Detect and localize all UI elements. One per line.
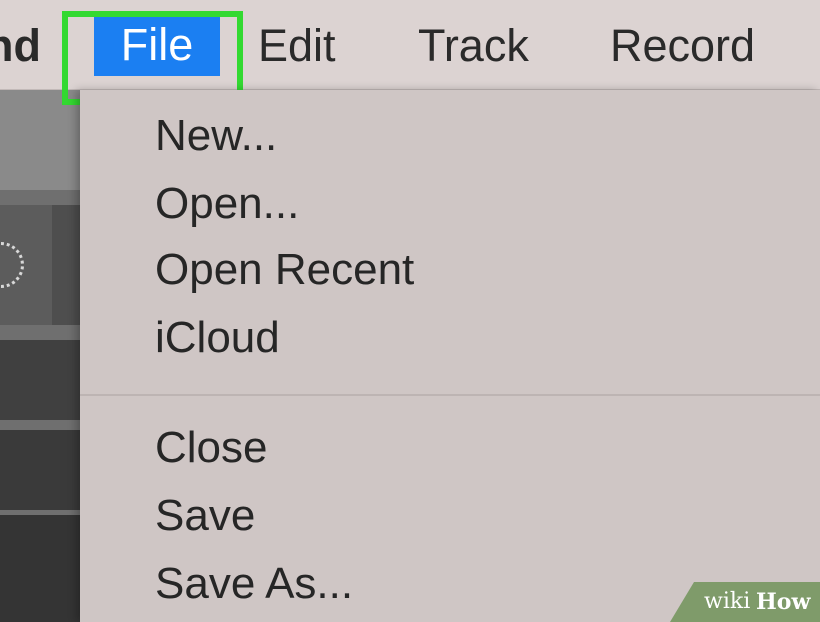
menu-item-open-recent[interactable]: Open Recent [155,242,414,298]
menu-app-name[interactable]: nd [0,18,41,74]
watermark-how: How [756,589,811,615]
menu-item-close[interactable]: Close [155,420,268,476]
menu-item-icloud[interactable]: iCloud [155,310,280,366]
menu-record[interactable]: Record [610,18,755,74]
file-menu-dropdown: New... Open... Open Recent iCloud Close … [80,90,820,622]
watermark-wiki: wiki [704,589,751,614]
menu-file[interactable]: File [94,14,220,76]
app-panel-track-lane [0,340,80,420]
app-panel-top [0,90,80,190]
menu-separator [80,394,820,396]
wikihow-watermark: wiki How [670,582,820,622]
menu-item-save-as[interactable]: Save As... [155,556,353,612]
menu-item-save[interactable]: Save [155,488,255,544]
menu-item-new[interactable]: New... [155,108,277,164]
menu-track[interactable]: Track [418,18,529,74]
app-panel-track-lane-2 [0,430,80,510]
menu-bar: nd File Edit Track Record [0,0,820,90]
app-panel-bottom [0,515,80,622]
menu-edit[interactable]: Edit [258,18,336,74]
app-panel-track-header-edge [52,205,80,325]
menu-item-open[interactable]: Open... [155,176,299,232]
